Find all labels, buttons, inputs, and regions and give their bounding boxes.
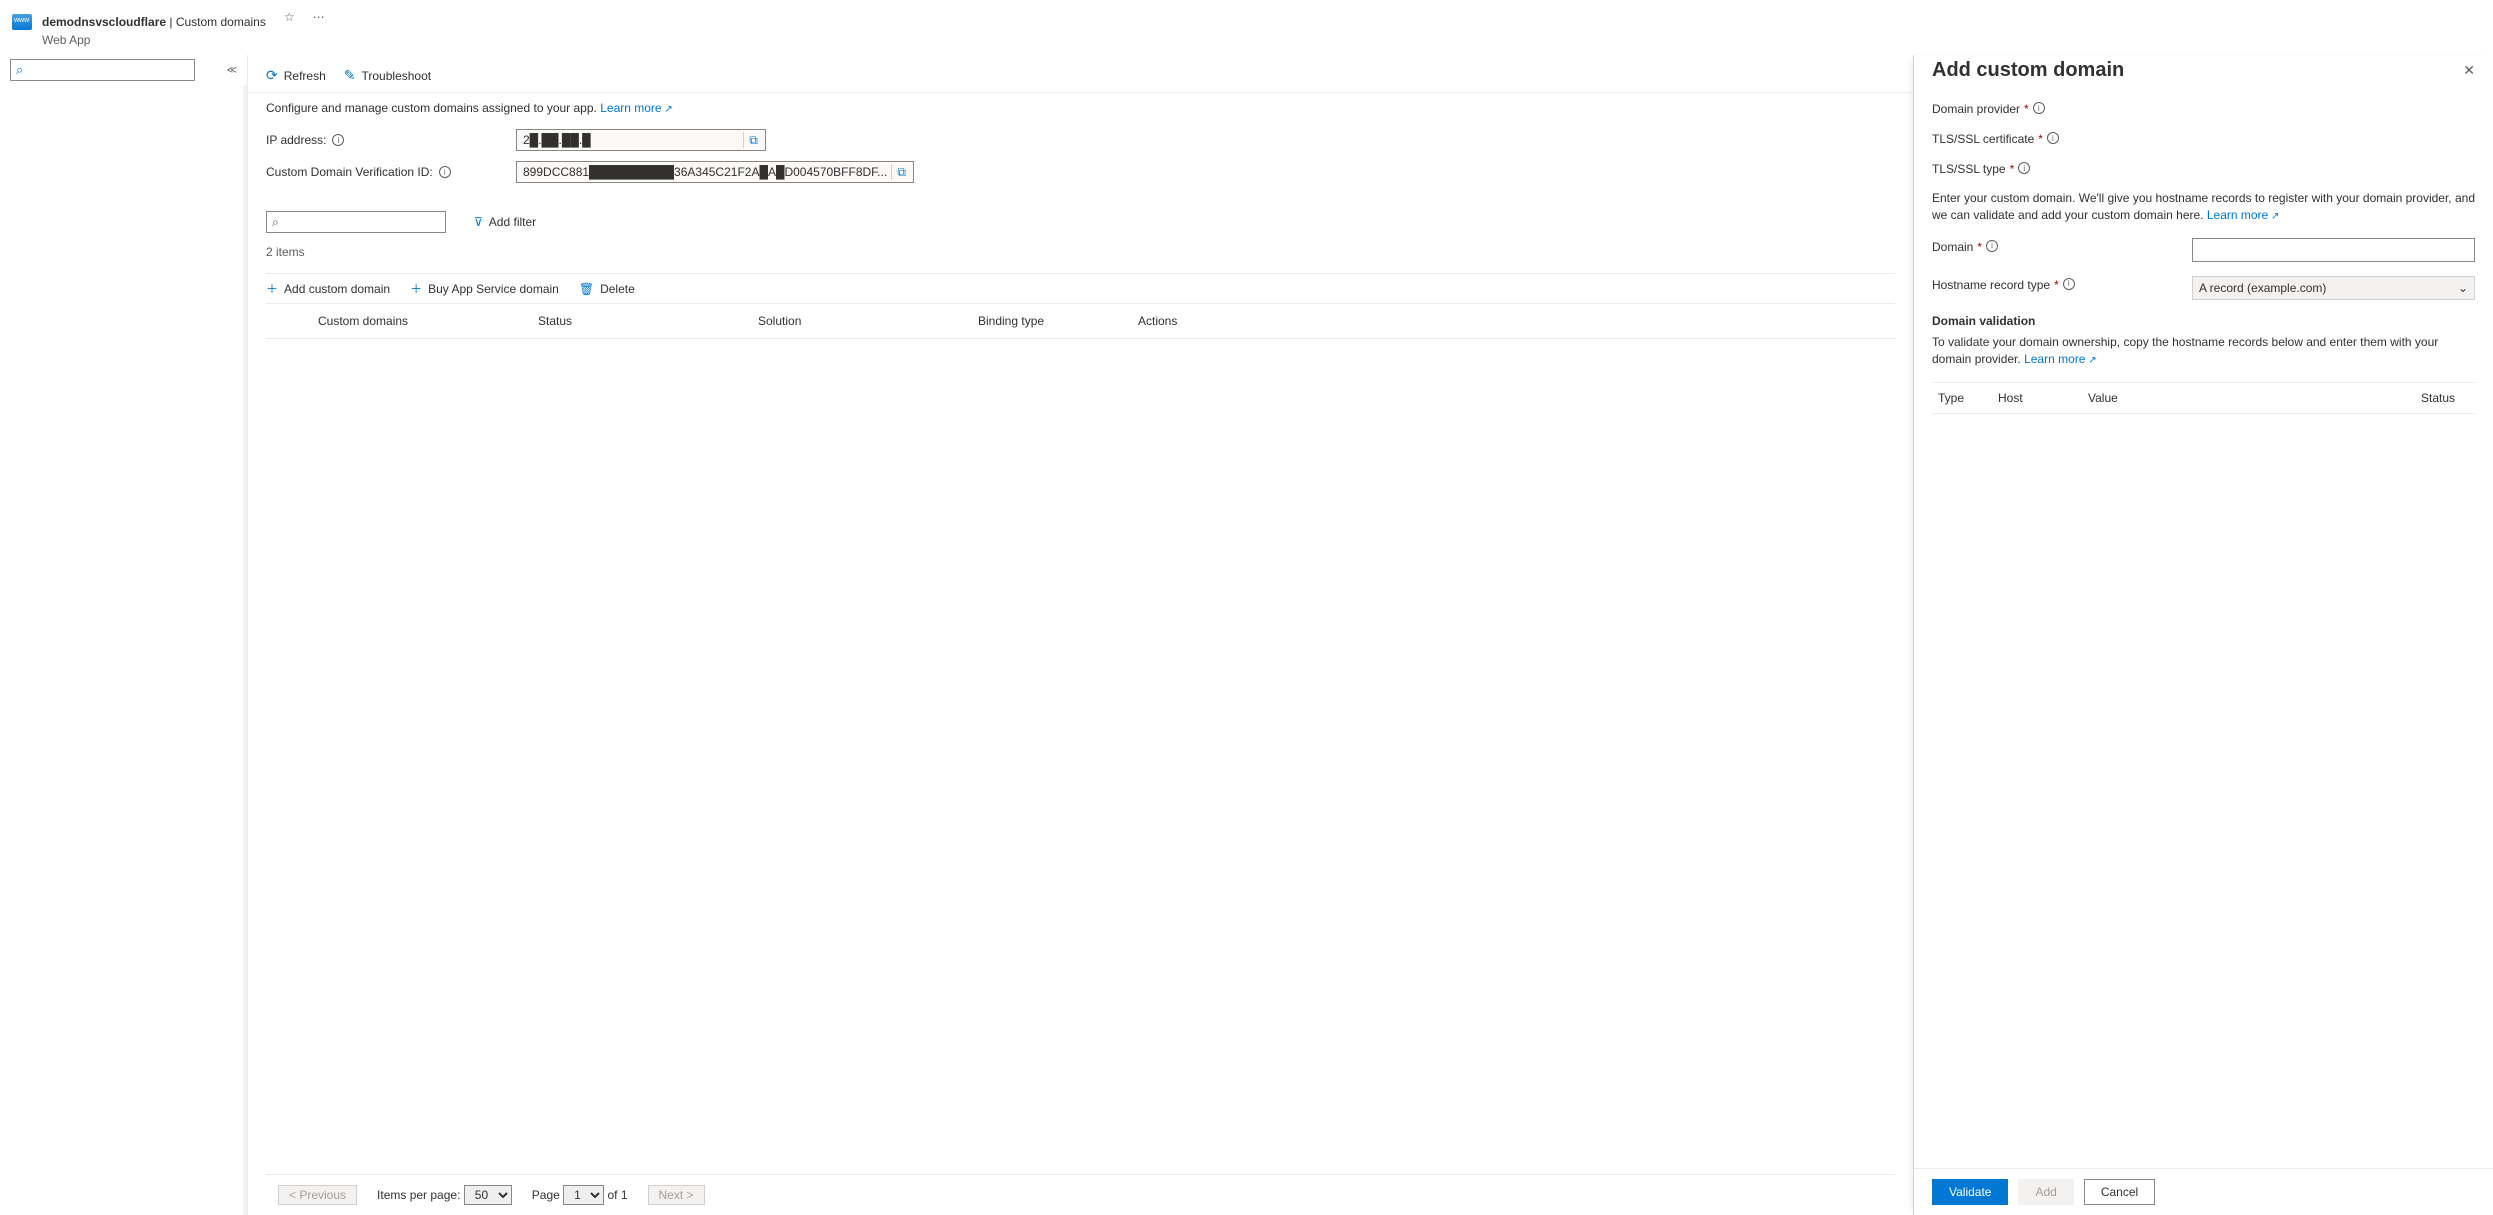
copy-icon[interactable]: ⧉ xyxy=(743,132,763,148)
plus-icon: ＋ xyxy=(410,280,422,297)
col-binding[interactable]: Binding type xyxy=(966,304,1126,339)
verification-id-field: 899DCC881██████████36A345C21F2A█A█D00457… xyxy=(516,161,914,183)
sidebar-search-input[interactable] xyxy=(10,59,195,81)
troubleshoot-icon: ✎ xyxy=(344,67,356,84)
record-type-select[interactable]: A record (example.com)⌄ xyxy=(2192,276,2475,300)
rec-col-value: Value xyxy=(2082,382,2415,413)
filter-keywords-input[interactable] xyxy=(266,211,446,233)
info-icon[interactable]: i xyxy=(2033,102,2045,114)
validation-desc: To validate your domain ownership, copy … xyxy=(1932,334,2475,368)
col-checkbox xyxy=(266,304,306,339)
pager: < Previous Items per page: 50 Page 1 of … xyxy=(266,1174,1895,1215)
sidebar-nav xyxy=(0,85,247,1215)
learn-more-link[interactable]: Learn more xyxy=(600,101,673,115)
domain-label: Domain * i xyxy=(1932,238,2192,262)
main-content: ⟳Refresh ✎Troubleshoot Configure and man… xyxy=(248,55,1913,1215)
buy-domain-button[interactable]: ＋Buy App Service domain xyxy=(410,280,559,297)
custom-domains-table: Custom domains Status Solution Binding t… xyxy=(266,303,1895,339)
rec-col-host: Host xyxy=(1992,382,2082,413)
refresh-icon: ⟳ xyxy=(266,67,278,84)
resource-type: Web App xyxy=(42,33,266,47)
validation-heading: Domain validation xyxy=(1932,314,2475,328)
refresh-button[interactable]: ⟳Refresh xyxy=(266,67,326,84)
page-title: demodnsvscloudflare | Custom domains xyxy=(42,10,266,31)
info-icon[interactable]: i xyxy=(332,134,344,146)
panel-intro: Enter your custom domain. We'll give you… xyxy=(1932,190,2475,224)
add-filter-button[interactable]: ⊽Add filter xyxy=(464,211,546,233)
table-toolbar: ＋Add custom domain ＋Buy App Service doma… xyxy=(266,273,1895,303)
delete-button[interactable]: 🗑Delete xyxy=(579,280,635,297)
info-icon[interactable]: i xyxy=(2047,132,2059,144)
page-header: demodnsvscloudflare | Custom domains Web… xyxy=(0,0,2493,55)
webapp-icon xyxy=(12,14,32,30)
prev-page-button[interactable]: < Previous xyxy=(278,1185,357,1205)
verification-id-label: Custom Domain Verification ID:i xyxy=(266,165,516,179)
trash-icon: 🗑 xyxy=(579,282,594,296)
tls-cert-label: TLS/SSL certificate * i xyxy=(1932,130,2192,146)
add-domain-panel: Add custom domain ✕ Domain provider * i … xyxy=(1913,55,2493,1215)
learn-more-link[interactable]: Learn more xyxy=(2024,352,2097,366)
item-count: 2 items xyxy=(266,245,1895,259)
more-icon[interactable]: ⋯ xyxy=(313,10,325,24)
page-section: | Custom domains xyxy=(166,15,266,29)
validation-records-table: Type Host Value Status xyxy=(1932,382,2475,414)
troubleshoot-button[interactable]: ✎Troubleshoot xyxy=(344,67,431,84)
command-bar: ⟳Refresh ✎Troubleshoot xyxy=(248,55,1913,92)
domain-input[interactable] xyxy=(2192,238,2475,262)
chevron-down-icon: ⌄ xyxy=(2458,281,2468,295)
info-icon[interactable]: i xyxy=(2018,162,2030,174)
rec-col-status: Status xyxy=(2415,382,2475,413)
col-domain[interactable]: Custom domains xyxy=(306,304,526,339)
close-icon[interactable]: ✕ xyxy=(2463,62,2475,79)
page-select[interactable]: 1 xyxy=(563,1185,604,1205)
info-icon[interactable]: i xyxy=(2063,278,2075,290)
add-button: Add xyxy=(2018,1179,2073,1205)
next-page-button[interactable]: Next > xyxy=(648,1185,705,1205)
panel-title: Add custom domain xyxy=(1932,59,2124,82)
col-status[interactable]: Status xyxy=(526,304,746,339)
add-custom-domain-button[interactable]: ＋Add custom domain xyxy=(266,280,390,297)
info-icon[interactable]: i xyxy=(439,166,451,178)
info-icon[interactable]: i xyxy=(1986,240,1998,252)
plus-icon: ＋ xyxy=(266,280,278,297)
ip-address-field: 2█.██.██.█ ⧉ xyxy=(516,129,766,151)
ip-address-label: IP address:i xyxy=(266,133,516,147)
cancel-button[interactable]: Cancel xyxy=(2084,1179,2155,1205)
record-type-label: Hostname record type * i xyxy=(1932,276,2192,300)
panel-footer: Validate Add Cancel xyxy=(1914,1168,2493,1215)
items-per-page-select[interactable]: 50 xyxy=(464,1185,512,1205)
col-solution[interactable]: Solution xyxy=(746,304,966,339)
favorite-icon[interactable]: ☆ xyxy=(284,10,295,24)
collapse-sidebar-icon[interactable]: ≪ xyxy=(227,65,237,76)
validate-button[interactable]: Validate xyxy=(1932,1179,2008,1205)
learn-more-link[interactable]: Learn more xyxy=(2207,208,2280,222)
rec-col-type: Type xyxy=(1932,382,1992,413)
copy-icon[interactable]: ⧉ xyxy=(891,164,911,180)
page-description: Configure and manage custom domains assi… xyxy=(266,93,1895,129)
col-actions: Actions xyxy=(1126,304,1895,339)
filter-icon: ⊽ xyxy=(474,215,483,229)
sidebar: ≪ xyxy=(0,55,248,1215)
resource-name: demodnsvscloudflare xyxy=(42,15,166,29)
domain-provider-label: Domain provider * i xyxy=(1932,100,2192,116)
tls-type-label: TLS/SSL type * i xyxy=(1932,160,2192,176)
